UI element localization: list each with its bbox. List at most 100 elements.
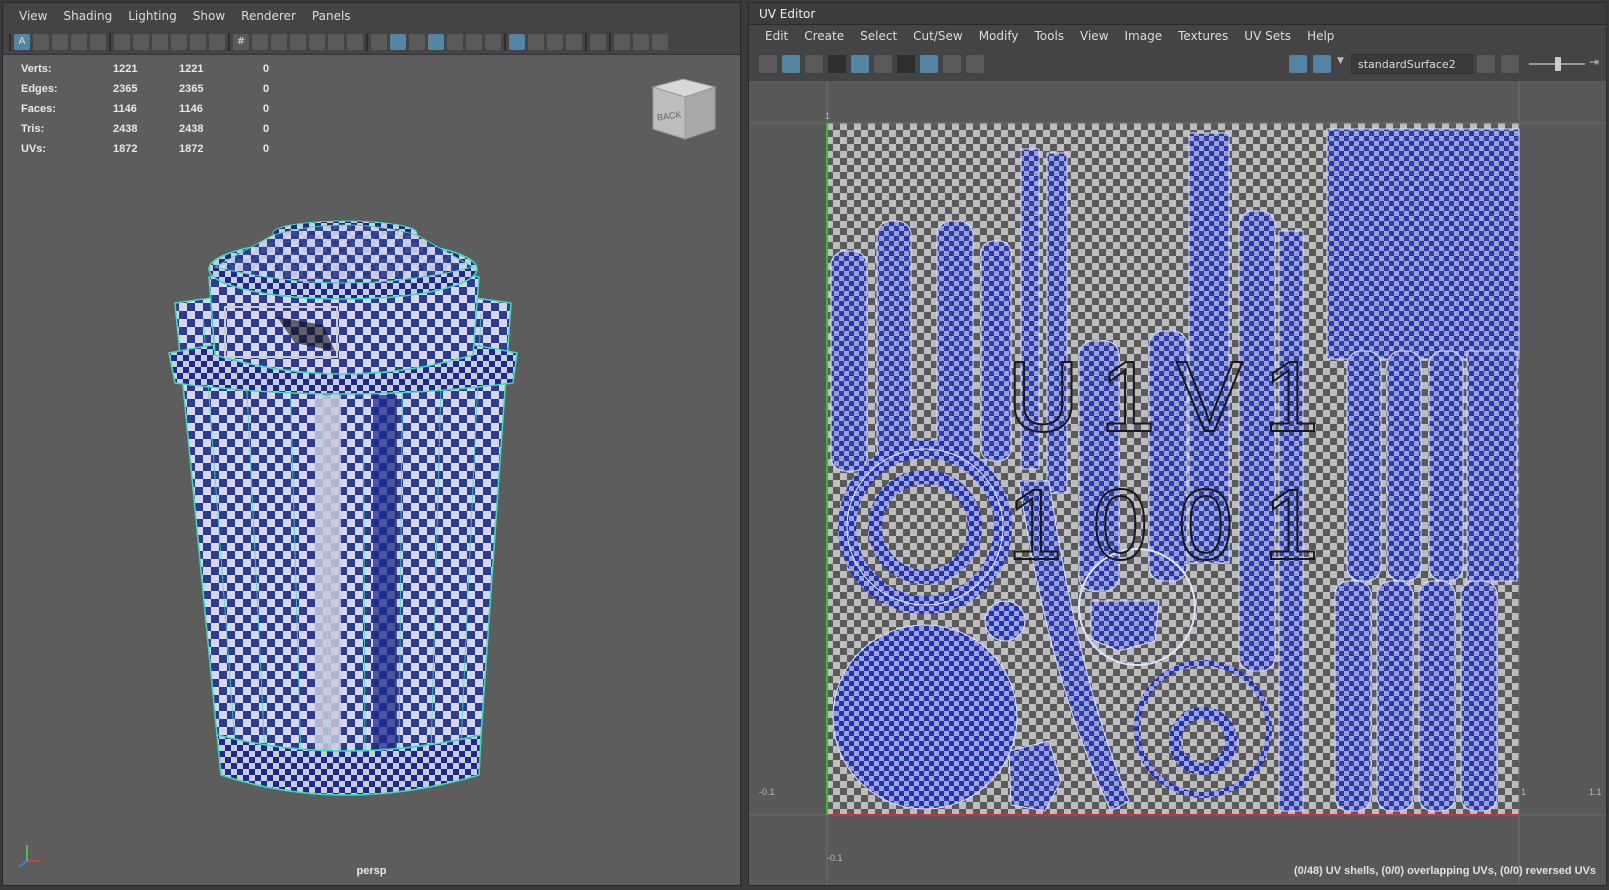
film-gate-icon[interactable]	[252, 33, 268, 50]
uv-shell	[936, 220, 974, 462]
viewport-panel: View Shading Lighting Show Renderer Pane…	[2, 2, 741, 886]
uv-shell	[1428, 350, 1464, 582]
textured-icon[interactable]	[447, 33, 463, 50]
xray-icon[interactable]	[509, 33, 525, 50]
axis-label-neg: -0.1	[759, 787, 775, 797]
image-plane-icon[interactable]	[71, 33, 87, 50]
uv-shell	[1376, 580, 1414, 812]
menu-select[interactable]: Select	[852, 29, 905, 43]
gate-mask-icon[interactable]	[290, 33, 306, 50]
uv-view[interactable]: U1V1 1001 1 -0.1 -0.1 1 1.1 (0/48) UV sh…	[749, 81, 1606, 885]
shadows-icon[interactable]	[485, 33, 501, 50]
uv-toolbar: ▼ standardSurface2 ⇥	[749, 47, 1606, 81]
toolbar-divider	[585, 32, 587, 51]
grid-icon[interactable]: #	[233, 33, 249, 50]
resolution-gate-icon[interactable]	[271, 33, 287, 50]
axis-label-u11: 1.1	[1589, 787, 1602, 797]
uv-editor-title: UV Editor	[749, 3, 1606, 25]
mesh-stripe	[315, 395, 341, 755]
expand-icon[interactable]	[652, 33, 668, 50]
panel-swap-icon[interactable]	[633, 33, 649, 50]
pen-icon[interactable]	[209, 33, 225, 50]
antialias-icon[interactable]	[566, 33, 582, 50]
menu-view[interactable]: View	[11, 9, 55, 23]
menu-textures[interactable]: Textures	[1170, 29, 1236, 43]
menu-cut-sew[interactable]: Cut/Sew	[905, 29, 971, 43]
ambient-occlusion-icon[interactable]	[547, 33, 563, 50]
xray-joints-icon[interactable]	[528, 33, 544, 50]
uv-snapshot-icon[interactable]	[966, 55, 984, 73]
toolbar-divider	[897, 55, 915, 73]
uv-shell	[1334, 580, 1372, 812]
uv-checker-icon[interactable]	[1313, 55, 1331, 73]
view-2d-icon[interactable]	[90, 33, 106, 50]
toolbar-divider	[504, 32, 506, 51]
uv-grid-icon[interactable]	[759, 55, 777, 73]
smooth-shade-icon[interactable]	[390, 33, 406, 50]
material-field[interactable]: standardSurface2	[1351, 54, 1473, 74]
menu-renderer[interactable]: Renderer	[233, 9, 304, 23]
field-chart-icon[interactable]	[309, 33, 325, 50]
safe-action-icon[interactable]	[328, 33, 344, 50]
camera-lock-icon[interactable]	[114, 33, 130, 50]
slider-knob[interactable]	[1555, 57, 1561, 71]
menu-lighting[interactable]: Lighting	[120, 9, 185, 23]
isolate-select-icon[interactable]	[590, 33, 606, 50]
uv-disc-small	[984, 600, 1026, 642]
menu-panels[interactable]: Panels	[304, 9, 359, 23]
toolbar-divider	[609, 32, 611, 51]
mesh-stripe	[373, 395, 397, 755]
panel-layout-icon[interactable]	[614, 33, 630, 50]
exposure-slider[interactable]	[1529, 57, 1585, 71]
uv-pixel-snap-icon[interactable]	[943, 55, 961, 73]
menu-create[interactable]: Create	[796, 29, 852, 43]
menu-shading[interactable]: Shading	[55, 9, 120, 23]
uv-shell	[830, 250, 868, 472]
color-management-icon[interactable]	[1477, 55, 1495, 73]
uv-edge-display-icon[interactable]	[874, 55, 892, 73]
uv-distortion-icon[interactable]	[805, 55, 823, 73]
menu-view[interactable]: View	[1072, 29, 1116, 43]
bookmark-icon[interactable]	[52, 33, 68, 50]
image-exposure-icon[interactable]	[1501, 55, 1519, 73]
menu-help[interactable]: Help	[1299, 29, 1342, 43]
perspective-viewport[interactable]: Verts: 1221 1221 0 Edges: 2365 2365 0 Faces: 11…	[3, 55, 740, 885]
uv-canvas: U1V1 1001	[749, 81, 1606, 885]
menu-modify[interactable]: Modify	[971, 29, 1027, 43]
toolbar-divider	[109, 32, 111, 51]
menu-uv-sets[interactable]: UV Sets	[1236, 29, 1299, 43]
uv-shell	[876, 220, 912, 462]
select-camera-icon[interactable]: A	[14, 33, 30, 50]
toolbar-divider	[9, 32, 11, 51]
uv-shell	[1346, 350, 1382, 582]
camera-icon[interactable]	[133, 33, 149, 50]
bookmark-flag-icon[interactable]	[171, 33, 187, 50]
wireframe-icon[interactable]	[371, 33, 387, 50]
uv-status-text: (0/48) UV shells, (0/0) overlapping UVs,…	[1293, 865, 1596, 877]
mesh-render	[168, 220, 518, 796]
uv-show-grid-icon[interactable]	[920, 55, 938, 73]
axis-label-bottom: -0.1	[827, 853, 843, 863]
uv-shell	[1466, 350, 1518, 582]
expand-icon[interactable]: ⇥	[1589, 55, 1599, 69]
camera-attributes-icon[interactable]	[33, 33, 49, 50]
axis-label-u1: 1	[1521, 787, 1527, 797]
chevron-down-icon[interactable]: ▼	[1337, 56, 1344, 66]
wireframe-on-shaded-icon[interactable]	[428, 33, 444, 50]
uv-image-display-icon[interactable]	[1289, 55, 1307, 73]
menu-edit[interactable]: Edit	[757, 29, 796, 43]
flat-shade-icon[interactable]	[409, 33, 425, 50]
safe-title-icon[interactable]	[347, 33, 363, 50]
uv-editor-panel: UV Editor Edit Create Select Cut/Sew Mod…	[748, 2, 1607, 886]
snapshot-icon[interactable]	[152, 33, 168, 50]
grease-pencil-icon[interactable]	[190, 33, 206, 50]
uv-shaded-icon[interactable]	[782, 55, 800, 73]
lights-icon[interactable]	[466, 33, 482, 50]
menu-image[interactable]: Image	[1117, 29, 1171, 43]
menu-show[interactable]: Show	[185, 9, 233, 23]
viewport-toolbar: A #	[3, 29, 740, 55]
uv-shell	[1386, 350, 1422, 582]
menu-tools[interactable]: Tools	[1026, 29, 1072, 43]
uv-shell	[1460, 580, 1498, 812]
uv-texture-borders-icon[interactable]	[851, 55, 869, 73]
